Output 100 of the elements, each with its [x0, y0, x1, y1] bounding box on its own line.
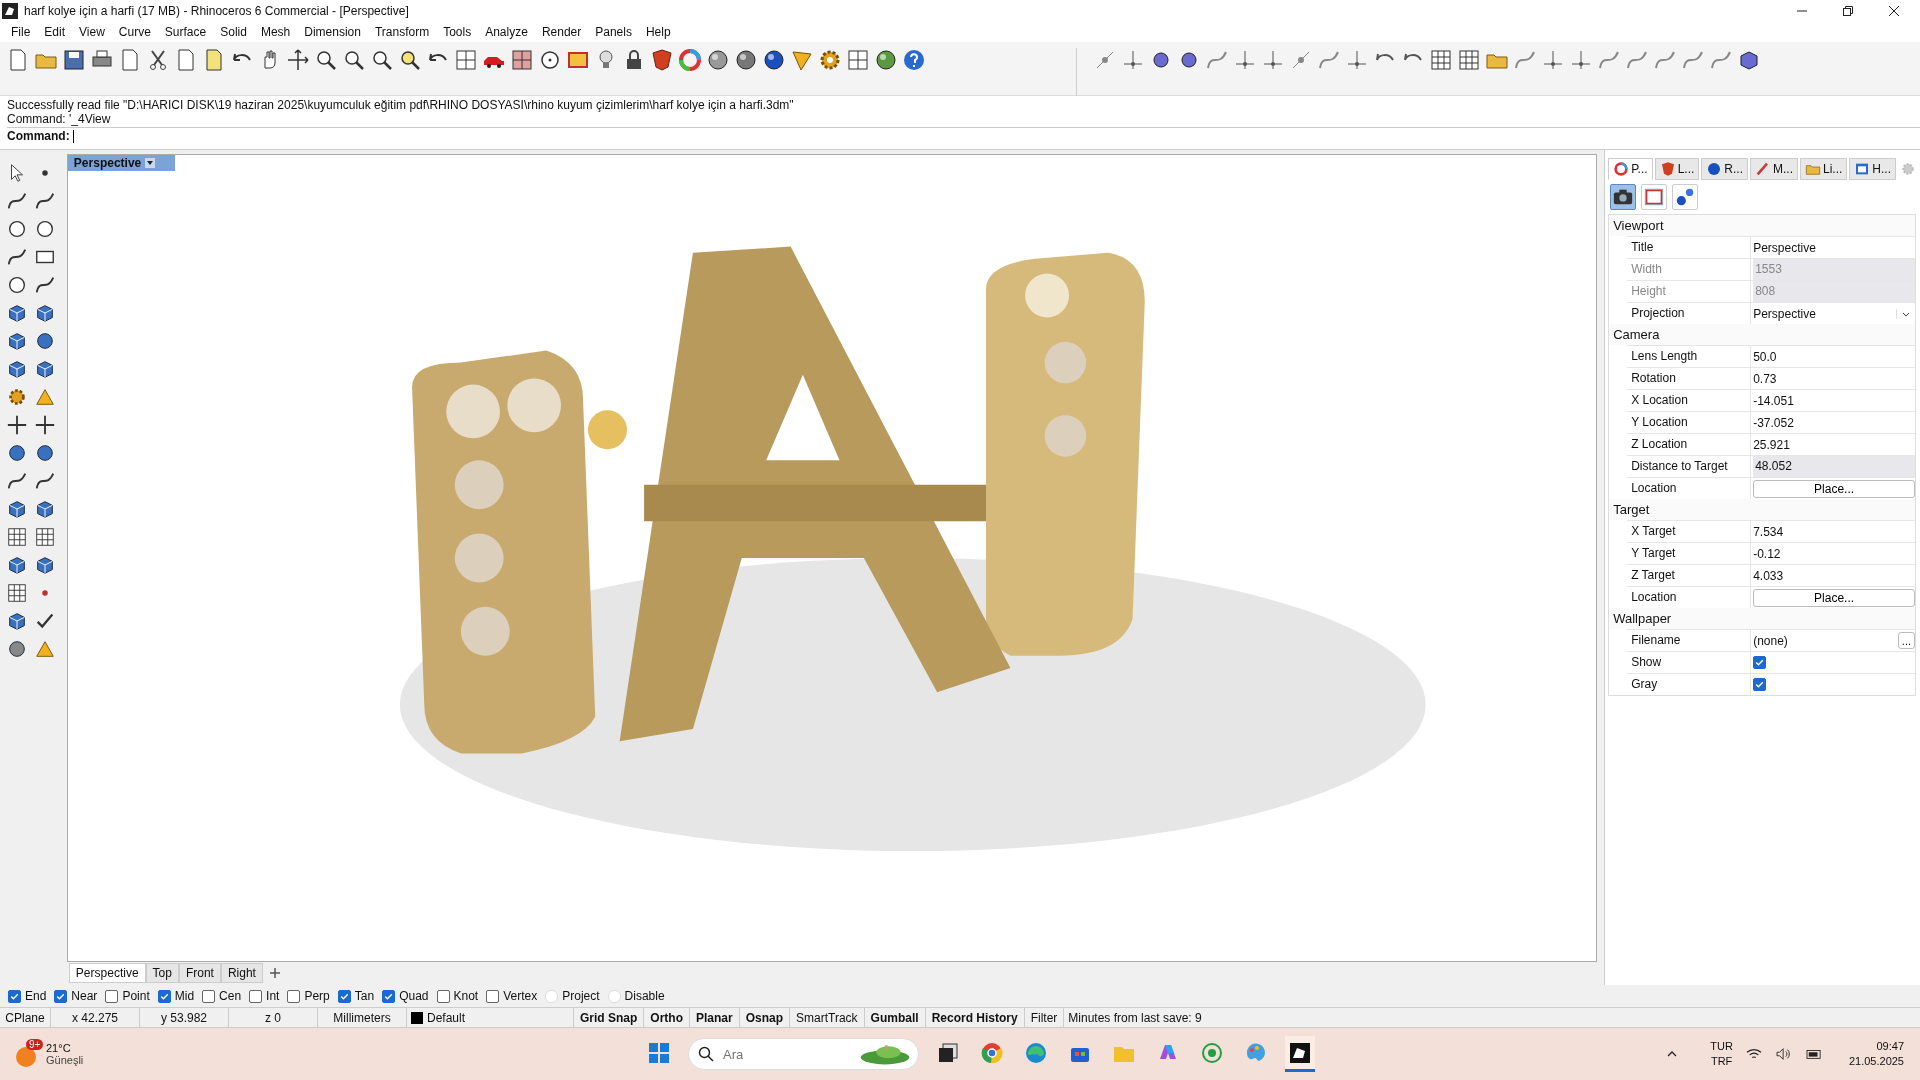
- shield-icon[interactable]: [650, 48, 674, 72]
- menu-item[interactable]: Surface: [157, 24, 214, 39]
- property-value[interactable]: 4.033: [1753, 568, 1784, 583]
- sphere-icon[interactable]: [762, 48, 786, 72]
- restore-icon[interactable]: [1842, 4, 1854, 17]
- surface-icon[interactable]: [6, 302, 28, 324]
- grid-icon[interactable]: [846, 48, 870, 72]
- place-button[interactable]: Place...: [1753, 479, 1915, 498]
- status-toggle[interactable]: Planar: [690, 1008, 740, 1027]
- close-icon[interactable]: [1888, 4, 1900, 17]
- property-value[interactable]: 7.534: [1753, 524, 1784, 539]
- axis-icon[interactable]: [1569, 48, 1593, 72]
- menu-item[interactable]: Mesh: [253, 24, 298, 39]
- checkbox[interactable]: [287, 989, 301, 1003]
- checkbox[interactable]: [1753, 656, 1767, 669]
- property-value[interactable]: -14.051: [1753, 393, 1794, 408]
- clock-time[interactable]: 09:47: [1876, 1039, 1904, 1054]
- osnap-label[interactable]: Tan: [354, 989, 375, 1003]
- panel-tab[interactable]: M...: [1750, 158, 1798, 180]
- status-cell[interactable]: CPlane: [0, 1008, 51, 1027]
- status-toggle[interactable]: Osnap: [739, 1008, 791, 1027]
- menu-item[interactable]: Analyze: [478, 24, 535, 39]
- checkbox[interactable]: [486, 989, 500, 1003]
- globe-icon[interactable]: [874, 48, 898, 72]
- property-value[interactable]: 0.73: [1753, 371, 1777, 386]
- osnap-label[interactable]: Mid: [174, 989, 195, 1003]
- browse-button[interactable]: ...: [1897, 632, 1915, 649]
- filename-value[interactable]: (none): [1753, 633, 1788, 648]
- cone-icon[interactable]: [790, 48, 814, 72]
- status-toggle[interactable]: SmartTrack: [790, 1008, 865, 1027]
- checkbox[interactable]: [436, 989, 450, 1003]
- status-toggle[interactable]: Record History: [925, 1008, 1025, 1027]
- zoom-icon[interactable]: [314, 48, 338, 72]
- menu-item[interactable]: Tools: [436, 24, 479, 39]
- cube-icon[interactable]: [6, 358, 28, 380]
- menu-item[interactable]: Panels: [588, 24, 639, 39]
- checkbox[interactable]: [249, 989, 263, 1003]
- grid-icon[interactable]: [454, 48, 478, 72]
- cube-icon[interactable]: [6, 610, 28, 632]
- zoom-icon[interactable]: [342, 48, 366, 72]
- caret-icon[interactable]: [145, 158, 156, 168]
- axis-icon[interactable]: [1541, 48, 1565, 72]
- camera-icon-button[interactable]: [1610, 184, 1637, 210]
- input-language[interactable]: TUR: [1710, 1039, 1733, 1054]
- property-value[interactable]: 50.0: [1753, 349, 1777, 364]
- status-toggle[interactable]: Grid Snap: [574, 1008, 645, 1027]
- move-icon[interactable]: [286, 48, 310, 72]
- cone-icon[interactable]: [34, 386, 56, 408]
- grid-icon[interactable]: [34, 526, 56, 548]
- plane-grid-icon[interactable]: [510, 48, 534, 72]
- help-icon[interactable]: [902, 48, 926, 72]
- viewport-tab[interactable]: Front: [178, 963, 221, 983]
- osnap-label[interactable]: Vertex: [503, 989, 538, 1003]
- checkbox[interactable]: [337, 989, 351, 1003]
- frame-icon-button[interactable]: [1641, 184, 1668, 210]
- checkbox[interactable]: [8, 989, 21, 1003]
- panel-tab[interactable]: L...: [1654, 158, 1700, 180]
- color-wheel-icon[interactable]: [678, 48, 702, 72]
- menu-item[interactable]: Help: [638, 24, 678, 39]
- cube-icon[interactable]: [6, 330, 28, 352]
- property-value[interactable]: -37.052: [1753, 415, 1794, 430]
- checkbox[interactable]: [105, 989, 119, 1003]
- status-toggle[interactable]: Ortho: [644, 1008, 690, 1027]
- status-toggle[interactable]: Gumball: [864, 1008, 926, 1027]
- grid-icon[interactable]: [6, 582, 28, 604]
- search-field[interactable]: Ara: [688, 1038, 919, 1070]
- checkbox[interactable]: [157, 989, 171, 1003]
- menu-item[interactable]: View: [72, 24, 112, 39]
- panel-tab[interactable]: H...: [1849, 158, 1896, 180]
- menu-item[interactable]: Dimension: [297, 24, 368, 39]
- circle-icon[interactable]: [34, 218, 56, 240]
- move-icon[interactable]: [6, 414, 28, 436]
- surface-icon[interactable]: [34, 302, 56, 324]
- sphere-icon[interactable]: [6, 638, 28, 660]
- osnap-label[interactable]: Int: [266, 989, 280, 1003]
- speaker-icon[interactable]: [1774, 1047, 1793, 1061]
- checkbox[interactable]: [54, 989, 68, 1003]
- sphere-icon[interactable]: [706, 48, 730, 72]
- projection-dropdown[interactable]: Perspective: [1753, 306, 1915, 321]
- sphere-icon[interactable]: [6, 442, 28, 464]
- osnap-label[interactable]: Perp: [304, 989, 330, 1003]
- menu-item[interactable]: Render: [534, 24, 589, 39]
- property-value[interactable]: 25.921: [1753, 437, 1790, 452]
- cone-icon[interactable]: [34, 638, 56, 660]
- menu-item[interactable]: Transform: [367, 24, 437, 39]
- menu-item[interactable]: Curve: [111, 24, 158, 39]
- rhino-app-icon[interactable]: [1285, 1036, 1315, 1072]
- grid-icon[interactable]: [6, 526, 28, 548]
- menu-item[interactable]: Edit: [37, 24, 73, 39]
- viewport-tab[interactable]: Perspective: [68, 963, 146, 983]
- zoom-icon[interactable]: [370, 48, 394, 72]
- osnap-label[interactable]: Knot: [453, 989, 479, 1003]
- property-value[interactable]: Perspective: [1753, 240, 1816, 255]
- sphere-icon[interactable]: [34, 442, 56, 464]
- keyboard-layout[interactable]: TRF: [1710, 1054, 1733, 1069]
- checkbox[interactable]: [382, 989, 396, 1003]
- add-tab-icon[interactable]: [268, 967, 281, 979]
- status-toggle[interactable]: Filter: [1024, 1008, 1065, 1027]
- cube-icon[interactable]: [34, 358, 56, 380]
- grid-icon[interactable]: [1457, 48, 1481, 72]
